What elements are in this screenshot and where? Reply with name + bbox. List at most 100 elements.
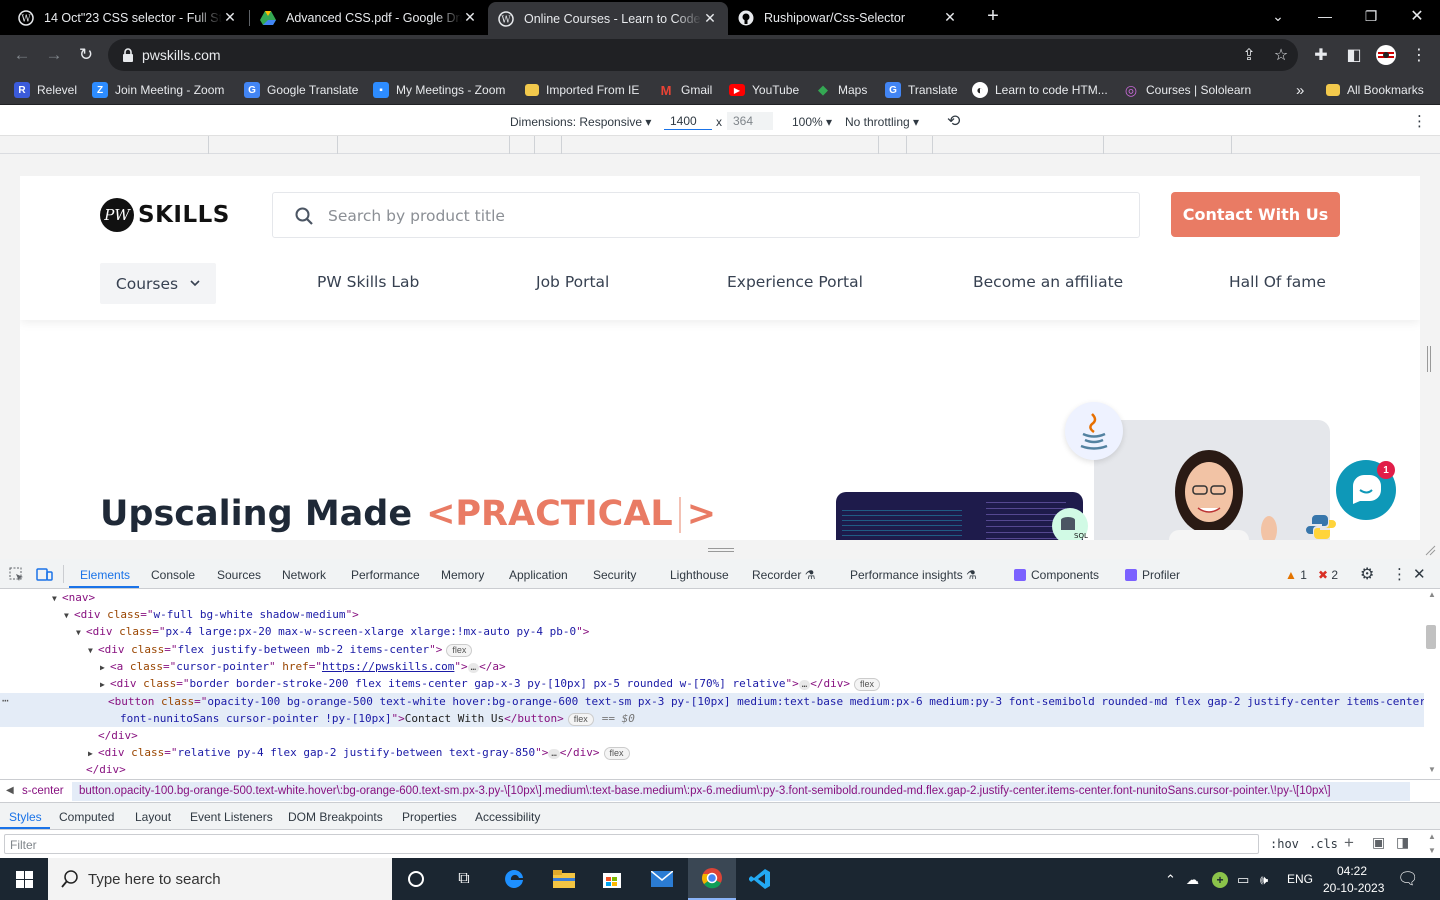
close-tab-icon[interactable]: ✕ bbox=[222, 9, 238, 26]
bookmark-gmail[interactable]: M Gmail bbox=[658, 81, 713, 99]
expand-arrow-icon[interactable]: ▼ bbox=[88, 642, 98, 659]
extensions-icon[interactable]: ✚ bbox=[1310, 44, 1332, 66]
reload-icon[interactable]: ↻ bbox=[74, 43, 98, 67]
node-actions-icon[interactable]: ⋯ bbox=[2, 694, 9, 707]
close-tab-icon[interactable]: ✕ bbox=[942, 9, 958, 26]
bookmark-zoom-join[interactable]: Z Join Meeting - Zoom bbox=[92, 81, 224, 99]
warnings-counter[interactable]: ▲ 1 bbox=[1285, 568, 1307, 582]
flex-badge[interactable]: flex bbox=[567, 713, 594, 726]
dom-scrollbar[interactable]: ▲ ▼ bbox=[1424, 589, 1440, 779]
nav-link-job-portal[interactable]: Job Portal bbox=[536, 273, 609, 291]
new-style-rule-icon[interactable]: + bbox=[1344, 833, 1354, 853]
taskbar-search-box[interactable]: Type here to search bbox=[48, 858, 392, 900]
dom-line[interactable]: ▼ <nav> bbox=[52, 589, 95, 606]
dom-line[interactable]: </div> bbox=[76, 761, 126, 778]
subtab-properties[interactable]: Properties bbox=[402, 810, 457, 824]
expand-arrow-icon[interactable]: ▶ bbox=[100, 676, 110, 693]
scroll-down-icon[interactable]: ▼ bbox=[1428, 846, 1436, 855]
ellipsis-icon[interactable]: … bbox=[467, 663, 480, 673]
new-tab-button[interactable]: + bbox=[970, 0, 1016, 32]
subtab-computed[interactable]: Computed bbox=[59, 810, 114, 824]
bookmark-translate[interactable]: G Translate bbox=[885, 81, 958, 99]
ellipsis-icon[interactable]: … bbox=[548, 749, 560, 759]
cortana-icon[interactable] bbox=[392, 858, 440, 900]
bookmark-maps[interactable]: ◆ Maps bbox=[815, 81, 867, 99]
zoom-dropdown[interactable]: 100% ▾ bbox=[792, 115, 832, 129]
browser-tab[interactable]: W 14 Oct"23 CSS selector - Full Sta ✕ bbox=[8, 0, 248, 35]
tab-search-icon[interactable]: ⌄ bbox=[1255, 0, 1301, 32]
close-tab-icon[interactable]: ✕ bbox=[702, 10, 718, 27]
minimize-icon[interactable]: — bbox=[1302, 0, 1348, 32]
bookmark-google-translate[interactable]: G Google Translate bbox=[244, 81, 358, 99]
close-window-icon[interactable]: ✕ bbox=[1394, 0, 1440, 32]
back-icon[interactable]: ← bbox=[10, 43, 34, 67]
nav-link-experience-portal[interactable]: Experience Portal bbox=[727, 273, 863, 291]
devtools-menu-icon[interactable]: ⋮ bbox=[1392, 565, 1407, 583]
bookmark-imported-ie[interactable]: Imported From IE bbox=[525, 81, 639, 99]
expand-arrow-icon[interactable]: ▼ bbox=[64, 607, 74, 624]
tab-elements[interactable]: Elements bbox=[80, 568, 130, 582]
subtab-dom-breakpoints[interactable]: DOM Breakpoints bbox=[288, 810, 383, 824]
clock-date[interactable]: 20-10-2023 bbox=[1323, 881, 1384, 895]
side-panel-icon[interactable]: ◧ bbox=[1343, 44, 1365, 66]
notifications-icon[interactable]: 🗨 bbox=[1397, 869, 1419, 889]
element-state-icon[interactable]: ▣ bbox=[1372, 834, 1385, 851]
windows-start-icon[interactable] bbox=[0, 858, 48, 900]
dimensions-dropdown[interactable]: Dimensions: Responsive ▾ bbox=[510, 115, 651, 129]
language-indicator[interactable]: ENG bbox=[1287, 872, 1313, 886]
devtools-resizer[interactable] bbox=[0, 540, 1440, 559]
all-bookmarks[interactable]: All Bookmarks bbox=[1326, 81, 1424, 99]
resize-handle-right[interactable] bbox=[1427, 346, 1431, 372]
cls-toggle[interactable]: .cls bbox=[1309, 837, 1338, 851]
tab-recorder[interactable]: Recorder ⚗ bbox=[752, 568, 815, 582]
bookmark-relevel[interactable]: R Relevel bbox=[14, 81, 77, 99]
onedrive-icon[interactable]: ☁ bbox=[1186, 872, 1199, 888]
tab-memory[interactable]: Memory bbox=[441, 568, 484, 582]
forward-icon[interactable]: → bbox=[42, 43, 66, 67]
height-input[interactable]: 364 bbox=[727, 112, 773, 130]
breadcrumb-scroll-left-icon[interactable]: ◀ bbox=[6, 785, 14, 796]
tab-console[interactable]: Console bbox=[151, 568, 195, 582]
dom-line[interactable]: ▶ <a class="cursor-pointer" href="https:/… bbox=[100, 658, 506, 675]
resize-corner-icon[interactable] bbox=[1424, 544, 1436, 556]
expand-arrow-icon[interactable]: ▶ bbox=[100, 659, 110, 676]
dom-line[interactable]: ▼ <div class="w-full bg-white shadow-medi… bbox=[64, 606, 359, 623]
clock-time[interactable]: 04:22 bbox=[1337, 864, 1367, 878]
styles-filter-input[interactable]: Filter bbox=[4, 834, 1259, 854]
tab-components[interactable]: Components bbox=[1014, 568, 1099, 582]
nav-link-pw-skills-lab[interactable]: PW Skills Lab bbox=[317, 273, 419, 291]
expand-arrow-icon[interactable]: ▼ bbox=[52, 590, 62, 607]
ellipsis-icon[interactable]: … bbox=[798, 680, 811, 690]
width-input[interactable]: 1400 bbox=[664, 112, 712, 130]
dom-line[interactable]: </div> bbox=[88, 727, 138, 744]
tab-performance-insights[interactable]: Performance insights ⚗ bbox=[850, 568, 977, 582]
tab-profiler[interactable]: Profiler bbox=[1125, 568, 1180, 582]
browser-tab[interactable]: Rushipowar/Css-Selector ✕ bbox=[728, 0, 968, 35]
dom-line[interactable]: ▶ <div class="relative py-4 flex gap-2 ju… bbox=[88, 744, 630, 761]
contact-button[interactable]: Contact With Us bbox=[1171, 192, 1340, 237]
computed-sidebar-icon[interactable]: ◨ bbox=[1396, 834, 1409, 851]
browser-tab[interactable]: Advanced CSS.pdf - Google Drive ✕ bbox=[250, 0, 488, 35]
flex-badge[interactable]: flex bbox=[853, 678, 880, 691]
network-icon[interactable]: ▭ bbox=[1237, 872, 1249, 888]
tab-performance[interactable]: Performance bbox=[351, 568, 420, 582]
mail-icon[interactable] bbox=[638, 858, 686, 900]
edge-icon[interactable] bbox=[490, 858, 538, 900]
tab-network[interactable]: Network bbox=[282, 568, 326, 582]
bookmark-youtube[interactable]: ▶ YouTube bbox=[729, 81, 799, 99]
chrome-icon[interactable] bbox=[688, 858, 736, 900]
expand-arrow-icon[interactable]: ▶ bbox=[88, 745, 98, 762]
subtab-event-listeners[interactable]: Event Listeners bbox=[190, 810, 273, 824]
volume-icon[interactable]: 🕪 bbox=[1260, 872, 1268, 888]
device-toggle-icon[interactable] bbox=[36, 567, 53, 582]
nav-link-hall-of-fame[interactable]: Hall Of fame bbox=[1229, 273, 1326, 291]
settings-gear-icon[interactable]: ⚙ bbox=[1360, 564, 1374, 584]
store-icon[interactable] bbox=[588, 858, 636, 900]
dom-line[interactable]: ▼ <div class="flex justify-between mb-2 i… bbox=[88, 641, 473, 659]
flex-badge[interactable]: flex bbox=[446, 644, 473, 657]
tab-lighthouse[interactable]: Lighthouse bbox=[670, 568, 729, 582]
tab-application[interactable]: Application bbox=[509, 568, 568, 582]
bookmark-star-icon[interactable]: ☆ bbox=[1270, 44, 1292, 66]
share-icon[interactable]: ⇪ bbox=[1238, 44, 1260, 66]
subtab-layout[interactable]: Layout bbox=[135, 810, 171, 824]
